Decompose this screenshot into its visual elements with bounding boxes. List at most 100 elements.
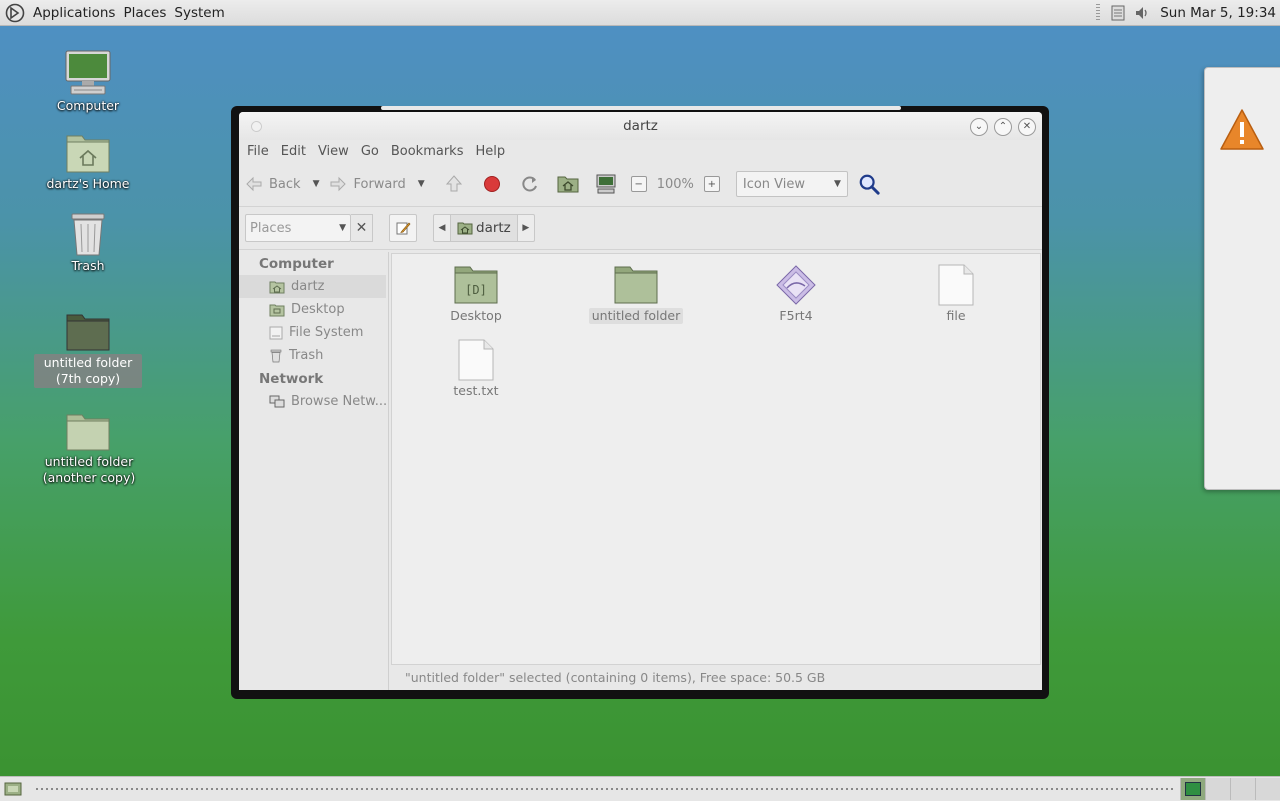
file-item-f5rt4[interactable]: F5rt4 [726, 264, 866, 324]
desktop-icon-label: dartz's Home [46, 176, 130, 191]
home-folder-icon [457, 222, 473, 235]
places-menu[interactable]: Places [119, 5, 170, 21]
trash-icon [71, 213, 105, 256]
file-label: file [946, 308, 966, 323]
breadcrumb-right-arrow[interactable]: ▶ [518, 215, 534, 241]
search-button[interactable] [858, 173, 880, 195]
menubar: File Edit View Go Bookmarks Help [239, 140, 1042, 162]
workspace-1[interactable] [1180, 778, 1205, 800]
menu-edit[interactable]: Edit [275, 144, 312, 159]
file-item-file[interactable]: file [886, 264, 1026, 324]
minimize-button[interactable]: ⌄ [970, 118, 988, 136]
sidebar-item-browse-network[interactable]: Browse Netw... [239, 390, 388, 413]
file-item-test-txt[interactable]: test.txt [406, 339, 546, 399]
applications-menu[interactable]: Applications [29, 5, 119, 21]
sidebar-item-dartz[interactable]: dartz [239, 275, 386, 298]
file-item-untitled-folder[interactable]: untitled folder [566, 264, 706, 324]
desktop-icon-label: untitled folder (another copy) [42, 454, 136, 485]
svg-text:[D]: [D] [465, 283, 487, 297]
sidebar-item-label: dartz [291, 279, 325, 294]
desktop-icon-folder-another-copy[interactable]: untitled folder (another copy) [28, 410, 148, 486]
desktop-folder-icon: [D] [454, 266, 498, 304]
file-view[interactable]: [D] Desktop untitled folder F5rt4 file t… [391, 253, 1041, 665]
reload-button[interactable] [519, 173, 541, 195]
chevron-down-icon: ▼ [833, 179, 841, 189]
toolbar: Back ▼ Forward ▼ − 100% + Icon View ▼ [239, 162, 1042, 207]
edit-location-button[interactable] [389, 214, 417, 242]
breadcrumb-dartz[interactable]: dartz [450, 215, 518, 241]
close-button[interactable]: ✕ [1018, 118, 1036, 136]
file-label: test.txt [453, 383, 499, 398]
clipboard-icon[interactable] [1109, 4, 1127, 22]
forward-history-dropdown[interactable]: ▼ [418, 179, 425, 189]
sidebar-item-desktop[interactable]: Desktop [239, 298, 388, 321]
warning-icon [1220, 109, 1264, 150]
forward-label: Forward [353, 176, 406, 192]
desktop-icon-home[interactable]: dartz's Home [28, 130, 148, 192]
sidebar-item-trash[interactable]: Trash [239, 344, 388, 367]
computer-icon [65, 50, 111, 95]
menu-file[interactable]: File [241, 144, 275, 159]
workspace-2[interactable] [1205, 778, 1230, 800]
forward-arrow-icon [330, 176, 347, 192]
trash-icon [270, 349, 282, 362]
menu-go[interactable]: Go [355, 144, 385, 159]
window-menu-button[interactable] [251, 121, 262, 132]
stop-button[interactable] [481, 173, 503, 195]
breadcrumb-left-arrow[interactable]: ◀ [434, 215, 450, 241]
menu-help[interactable]: Help [469, 144, 511, 159]
zoom-out-button[interactable]: − [630, 176, 647, 192]
desktop-icon-folder-7th-copy[interactable]: untitled folder (7th copy) [28, 310, 148, 388]
up-button[interactable] [443, 173, 465, 195]
forward-button[interactable]: Forward [329, 176, 406, 192]
titlebar[interactable]: dartz ⌄ ⌃ ✕ [239, 112, 1042, 140]
top-panel: Applications Places System Sun Mar 5, 19… [0, 0, 1280, 26]
desktop-icon-label: Computer [56, 98, 120, 113]
sidebar-heading-computer: Computer [259, 256, 334, 272]
menu-view[interactable]: View [312, 144, 355, 159]
taskbar-handle [36, 788, 1176, 790]
document-icon [938, 264, 974, 306]
home-folder-icon [269, 281, 285, 293]
window-frame-top [381, 106, 901, 110]
desktop-icon-trash[interactable]: Trash [28, 210, 148, 274]
close-side-pane-button[interactable]: ✕ [351, 214, 373, 242]
workspace-3[interactable] [1230, 778, 1255, 800]
view-mode-select[interactable]: Icon View ▼ [735, 171, 848, 197]
menu-bookmarks[interactable]: Bookmarks [385, 144, 470, 159]
chevron-down-icon: ▼ [339, 223, 346, 233]
location-bar: Places ▼ ✕ ◀ dartz ▶ [239, 207, 1042, 250]
bottom-panel [0, 776, 1280, 801]
clock[interactable]: Sun Mar 5, 19:34 [1154, 5, 1280, 21]
desktop-icon-label: untitled folder (7th copy) [34, 354, 142, 388]
home-button[interactable] [557, 173, 579, 195]
sidebar-item-label: Trash [289, 348, 324, 363]
folder-icon [66, 314, 110, 351]
file-manager-window: dartz ⌄ ⌃ ✕ File Edit View Go Bookmarks … [239, 112, 1042, 690]
tray-handle [1096, 3, 1101, 22]
search-icon [859, 174, 880, 195]
sidebar-item-file-system[interactable]: File System [239, 321, 388, 344]
distro-logo-icon[interactable] [5, 3, 25, 23]
back-button[interactable]: Back [245, 176, 301, 192]
system-menu[interactable]: System [170, 5, 228, 21]
text-file-icon [458, 339, 494, 381]
image-file-icon [776, 265, 816, 305]
maximize-button[interactable]: ⌃ [994, 118, 1012, 136]
show-desktop-button[interactable] [2, 779, 24, 799]
desktop-icon-computer[interactable]: Computer [28, 48, 148, 114]
back-history-dropdown[interactable]: ▼ [313, 179, 320, 189]
workspace-4[interactable] [1255, 778, 1280, 800]
zoom-in-button[interactable]: + [703, 176, 720, 192]
reload-icon [522, 176, 537, 192]
computer-button[interactable] [595, 173, 617, 195]
computer-icon [596, 174, 616, 194]
drive-icon [269, 326, 283, 339]
volume-icon[interactable] [1133, 4, 1151, 22]
file-item-desktop[interactable]: [D] Desktop [406, 264, 546, 324]
file-label: Desktop [450, 308, 502, 323]
home-folder-icon [66, 135, 110, 173]
show-desktop-icon [4, 782, 22, 796]
desktop-icon-label: Trash [71, 258, 105, 273]
side-pane-select[interactable]: Places ▼ [245, 214, 351, 242]
